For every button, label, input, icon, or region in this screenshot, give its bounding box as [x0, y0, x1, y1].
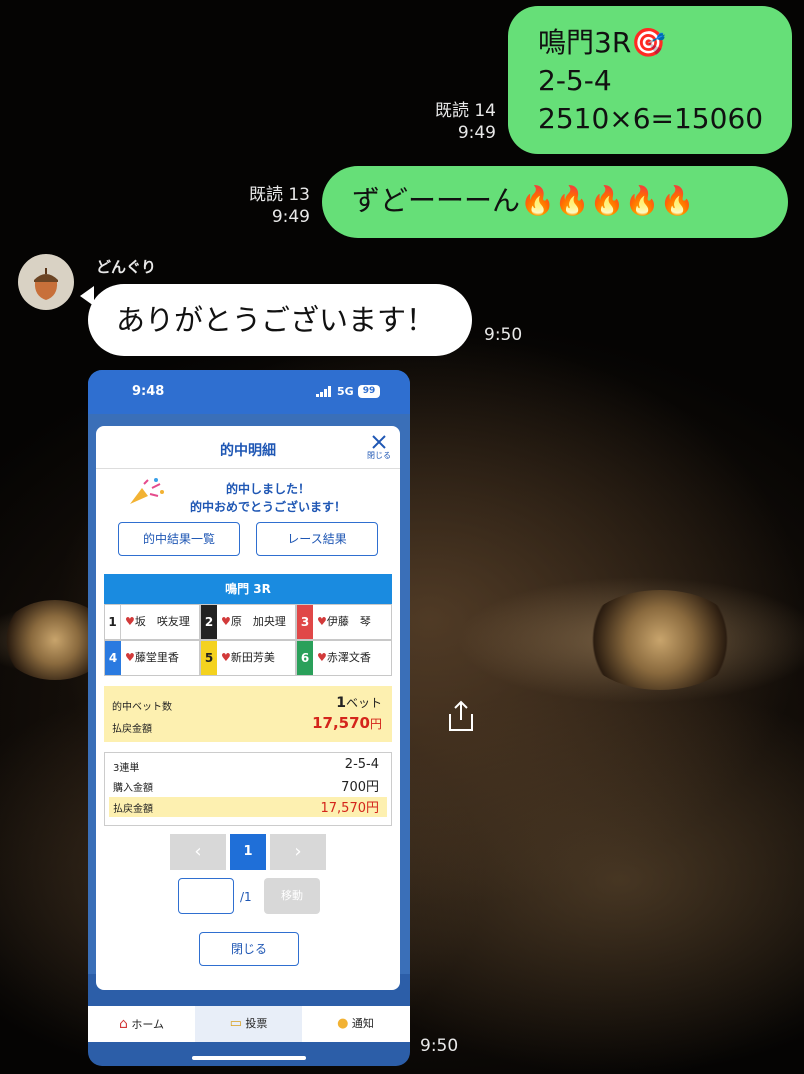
tab-bet[interactable]: ▭ 投票 [195, 1006, 302, 1042]
app-tab-bar: ⌂ ホーム ▭ 投票 ● 通知 [88, 1006, 410, 1042]
tab-notify-label: 通知 [351, 1017, 374, 1030]
detail-payout-label: 払戻金額 [113, 804, 153, 815]
tab-home-label: ホーム [131, 1018, 165, 1031]
go-page-button[interactable]: 移動 [264, 878, 320, 914]
message-text: ありがとうございます！ [116, 303, 436, 337]
pager-next-button[interactable]: › [270, 834, 326, 870]
received-message-bubble[interactable]: ありがとうございます！ [88, 284, 472, 356]
tab-bet-label: 投票 [245, 1017, 268, 1030]
congrats-line-1: 的中しました！ [225, 482, 310, 496]
sent-message-bubble[interactable]: ずどーーーん🔥🔥🔥🔥🔥 [322, 166, 788, 238]
heart-icon: ♥ [125, 651, 135, 664]
image-time: 9:50 [420, 1036, 459, 1056]
racer-cell: 4 ♥藤堂里香 [104, 640, 200, 676]
bets-label: 的中ベット数 [112, 702, 172, 713]
bet-detail-box: 3連単 2-5-4 購入金額 700円 払戻金額 17,570円 [104, 752, 392, 826]
message-line: 2-5-4 [538, 64, 612, 97]
heart-icon: ♥ [221, 615, 231, 628]
pager-prev-button[interactable]: ‹ [170, 834, 226, 870]
detail-payout-value: 17,570円 [320, 801, 380, 816]
payout-summary-box: 的中ベット数 1ベット 払戻金額 17,570円 [104, 686, 392, 742]
payout-value: 17,570円 [312, 714, 382, 732]
bets-value: 1ベット [336, 695, 382, 711]
heart-icon: ♥ [221, 651, 231, 664]
status-time: 9:48 [132, 384, 165, 399]
racer-cell: 3 ♥伊藤 琴 [296, 604, 392, 640]
hit-results-list-button[interactable]: 的中結果一覧 [118, 522, 240, 556]
bet-type-value: 2-5-4 [344, 757, 379, 772]
read-receipt-2: 既読 13 9:49 [248, 185, 310, 227]
signal-icon [316, 386, 332, 401]
congrats-line-2: 的中おめでとうございます！ [189, 500, 346, 514]
network-label: 5G [337, 385, 354, 398]
hit-detail-modal: 的中明細 閉じる 的中しました！ 的中おめでとうございます！ 的中結果一覧 レー… [96, 426, 400, 990]
battery-icon: 99 [358, 385, 380, 398]
racer-cell: 6 ♥赤澤文香 [296, 640, 392, 676]
racer-cell: 5 ♥新田芳美 [200, 640, 296, 676]
heart-icon: ♥ [125, 615, 135, 628]
modal-close-button-bottom[interactable]: 閉じる [199, 932, 299, 966]
read-receipt-1: 既読 14 9:49 [434, 101, 496, 143]
modal-header-divider [96, 468, 400, 469]
acorn-avatar-icon[interactable] [18, 254, 74, 310]
modal-close-button[interactable]: 閉じる [364, 432, 394, 464]
pager-current-page[interactable]: 1 [230, 834, 266, 870]
close-icon [372, 435, 386, 449]
home-indicator [192, 1056, 306, 1060]
tab-home[interactable]: ⌂ ホーム [88, 1006, 195, 1042]
bet-type-label: 3連単 [113, 763, 140, 774]
sent-message-bubble[interactable]: 鳴門3R🎯 2-5-4 2510×6=15060 [508, 6, 792, 154]
message-text: ずどーーーん🔥🔥🔥🔥🔥 [352, 184, 695, 217]
page-total: /1 [240, 890, 252, 904]
lion-eye-right [580, 590, 740, 690]
message-line: 2510×6=15060 [538, 102, 764, 135]
close-label: 閉じる [367, 451, 391, 460]
message-line: 鳴門3R🎯 [538, 26, 667, 59]
bell-icon: ● [337, 1016, 349, 1031]
payout-label: 払戻金額 [112, 724, 152, 735]
share-icon[interactable] [444, 698, 478, 734]
heart-icon: ♥ [317, 615, 327, 628]
race-results-button[interactable]: レース結果 [256, 522, 378, 556]
purchase-value: 700円 [341, 780, 379, 795]
received-image-screenshot[interactable]: 9:48 5G 99 的中明細 閉じる 的中しました！ 的中おめでとうございます… [88, 370, 410, 1066]
sender-name: どんぐり [96, 258, 157, 276]
ticket-icon: ▭ [229, 1016, 242, 1031]
modal-title: 的中明細 [220, 443, 276, 459]
message-time: 9:50 [484, 325, 523, 345]
page-number-input[interactable] [178, 878, 234, 914]
battery-level: 99 [362, 386, 376, 396]
racer-cell: 1 ♥坂 咲友理 [104, 604, 200, 640]
phone-status-bar: 9:48 5G 99 [88, 370, 410, 414]
purchase-label: 購入金額 [113, 783, 153, 794]
heart-icon: ♥ [317, 651, 327, 664]
racer-cell: 2 ♥原 加央理 [200, 604, 296, 640]
home-icon: ⌂ [118, 1016, 128, 1032]
tab-notify[interactable]: ● 通知 [302, 1006, 409, 1042]
race-header: 鳴門 3R [104, 574, 392, 604]
